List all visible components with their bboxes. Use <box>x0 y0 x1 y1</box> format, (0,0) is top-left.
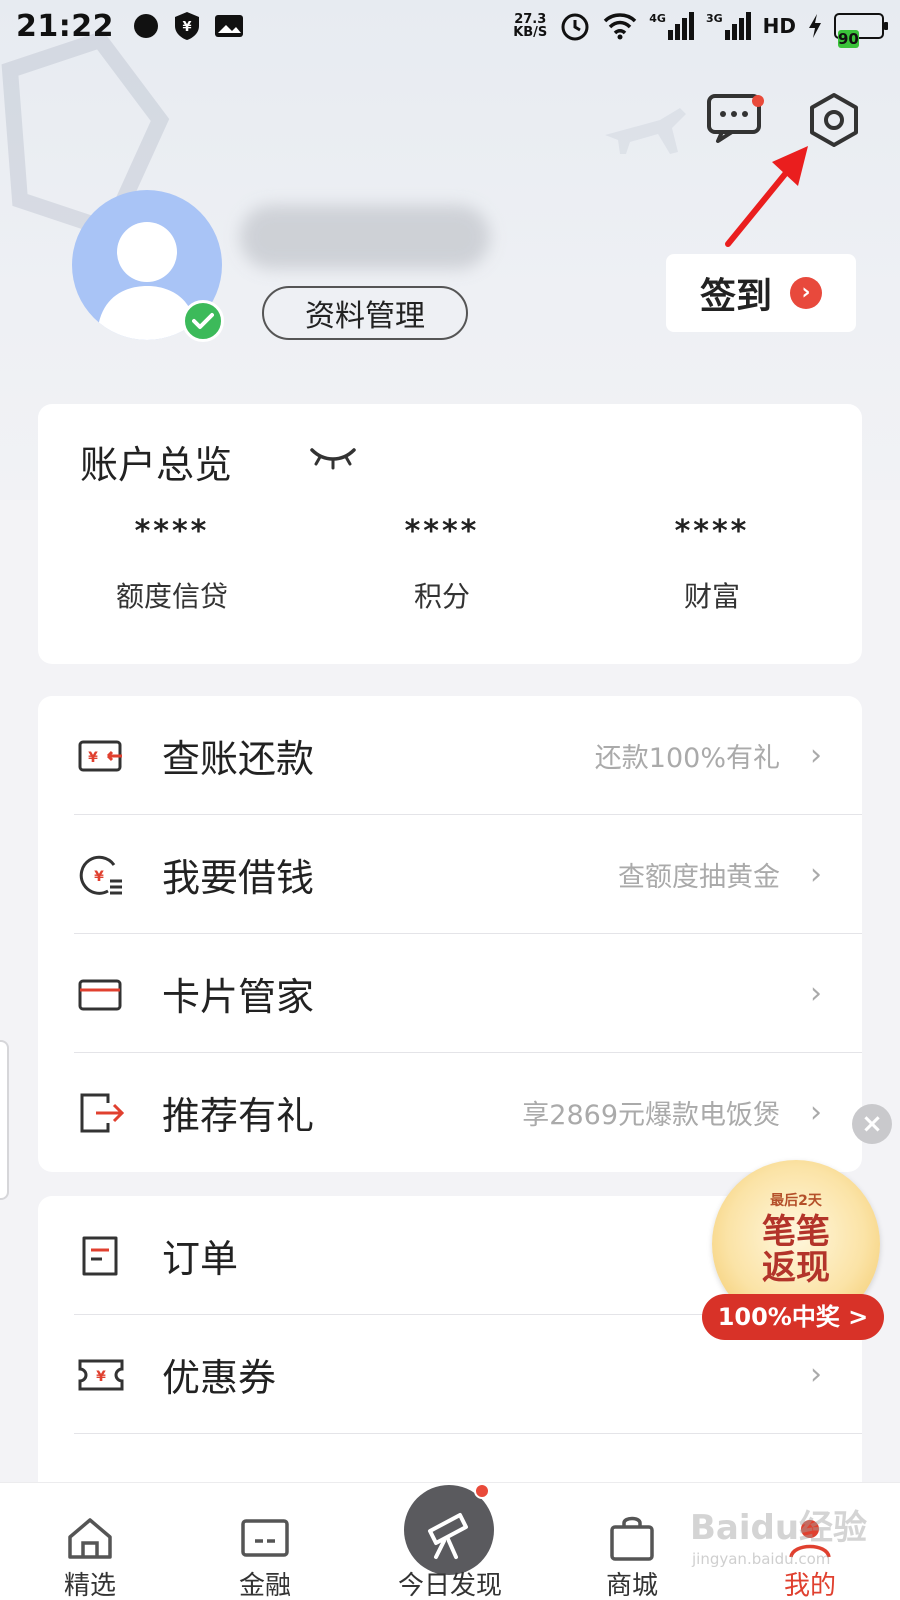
menu-item-title: 推荐有礼 <box>162 1093 315 1138</box>
svg-text:¥: ¥ <box>88 750 98 766</box>
coupon-icon: ¥ <box>78 1359 124 1391</box>
nav-label: 精选 <box>63 1571 116 1600</box>
chevron-right-icon: › <box>810 737 822 773</box>
menu-item-borrow[interactable]: ¥ 我要借钱 查额度抽黄金 › <box>38 815 862 933</box>
shopping-bag-icon <box>610 1516 654 1561</box>
account-overview-title: 账户总览 <box>80 443 233 487</box>
chevron-right-icon: › <box>810 856 822 892</box>
alarm-icon <box>561 13 589 41</box>
status-bar: 21:22 ¥ 27.3 KB/S 4G 3G HD 90 <box>0 0 900 52</box>
nav-item-discover[interactable]: 今日发现 <box>390 1483 510 1600</box>
stat-label: 积分 <box>413 580 470 613</box>
service-menu-card: ¥ 查账还款 还款100%有礼 › ¥ 我要借钱 查额度抽黄金 › 卡片管家 ›… <box>38 696 862 1172</box>
plane-decoration-icon <box>605 108 686 154</box>
side-drawer-handle[interactable] <box>0 1040 9 1200</box>
card-icon <box>78 979 122 1011</box>
menu-item-hint: 还款100%有礼 <box>594 742 780 774</box>
discover-unread-dot <box>474 1483 490 1499</box>
shield-yen-icon: ¥ <box>175 12 199 40</box>
nav-label: 今日发现 <box>397 1571 502 1600</box>
stat-value: **** <box>404 514 480 549</box>
menu-item-title: 卡片管家 <box>162 974 315 1019</box>
verified-check-icon <box>182 300 224 342</box>
menu-item-title: 我要借钱 <box>162 855 315 900</box>
username-blurred <box>240 205 490 269</box>
network-speed: 27.3 KB/S <box>513 12 548 40</box>
stat-credit[interactable]: **** 额度信贷 <box>72 514 272 615</box>
menu-item-card-manager[interactable]: 卡片管家 › <box>38 934 862 1052</box>
nav-label: 金融 <box>238 1571 291 1600</box>
eye-closed-icon[interactable] <box>308 444 358 470</box>
menu-item-referral[interactable]: 推荐有礼 享2869元爆款电饭煲 › <box>38 1053 862 1171</box>
annotation-arrow-icon <box>725 146 808 247</box>
borrow-money-icon: ¥ <box>79 855 122 895</box>
stat-label: 财富 <box>683 580 740 613</box>
hd-voice-icon: HD <box>762 14 796 38</box>
menu-item-title: 优惠券 <box>162 1355 277 1400</box>
chevron-right-icon: › <box>810 1356 822 1392</box>
nav-item-featured[interactable]: 精选 <box>30 1483 150 1600</box>
promo-pill-button[interactable]: 100%中奖 > <box>702 1294 884 1340</box>
card-icon <box>241 1519 289 1557</box>
wifi-icon <box>604 13 637 40</box>
home-icon <box>68 1518 112 1559</box>
menu-item-title: 查账还款 <box>162 736 315 781</box>
stat-value: **** <box>674 514 750 549</box>
nav-item-finance[interactable]: 金融 <box>205 1483 325 1600</box>
message-unread-dot <box>752 95 764 107</box>
chevron-right-icon: › <box>790 277 822 309</box>
stat-value: **** <box>134 514 210 549</box>
signal-3g-icon: 3G <box>706 12 751 40</box>
checkin-button[interactable]: 签到 › <box>666 254 856 332</box>
nav-label: 商城 <box>605 1571 658 1600</box>
svg-text:¥: ¥ <box>94 869 104 885</box>
stat-points[interactable]: **** 积分 <box>342 514 542 615</box>
share-export-icon <box>80 1093 124 1133</box>
menu-item-hint: 查额度抽黄金 <box>618 861 780 893</box>
nav-item-mall[interactable]: 商城 <box>572 1483 692 1600</box>
promo-top-text: 最后2天 <box>770 1193 822 1209</box>
promo-main-text: 笔笔 返现 <box>762 1212 830 1288</box>
checkin-label: 签到 <box>699 276 772 317</box>
chevron-right-icon: › <box>810 975 822 1011</box>
watermark: Baidu经验 <box>690 1508 868 1548</box>
image-notification-icon <box>215 15 243 37</box>
chevron-right-icon: › <box>810 1094 822 1130</box>
charging-icon <box>809 14 821 38</box>
bill-repay-icon: ¥ <box>78 740 122 772</box>
svg-text:¥: ¥ <box>96 1369 106 1385</box>
watermark-url: jingyan.baidu.com <box>692 1550 831 1568</box>
order-icon <box>82 1236 118 1276</box>
battery-indicator: 90 <box>834 13 888 48</box>
stat-wealth[interactable]: **** 财富 <box>612 514 812 615</box>
notification-bubble-icon <box>134 14 158 38</box>
menu-item-bill-repay[interactable]: ¥ 查账还款 还款100%有礼 › <box>38 696 862 814</box>
menu-item-title: 订单 <box>162 1236 239 1281</box>
signal-4g-icon: 4G <box>649 12 694 40</box>
profile-manage-button[interactable]: 资料管理 <box>262 286 468 340</box>
status-time: 21:22 <box>16 8 114 44</box>
account-overview-card: 账户总览 **** 额度信贷 **** 积分 **** 财富 <box>38 404 862 664</box>
divider <box>74 1433 862 1434</box>
menu-item-hint: 享2869元爆款电饭煲 <box>522 1099 780 1131</box>
svg-text:¥: ¥ <box>182 20 191 35</box>
nav-label: 我的 <box>783 1571 836 1600</box>
close-icon[interactable]: × <box>852 1104 892 1144</box>
stat-label: 额度信贷 <box>115 580 228 613</box>
